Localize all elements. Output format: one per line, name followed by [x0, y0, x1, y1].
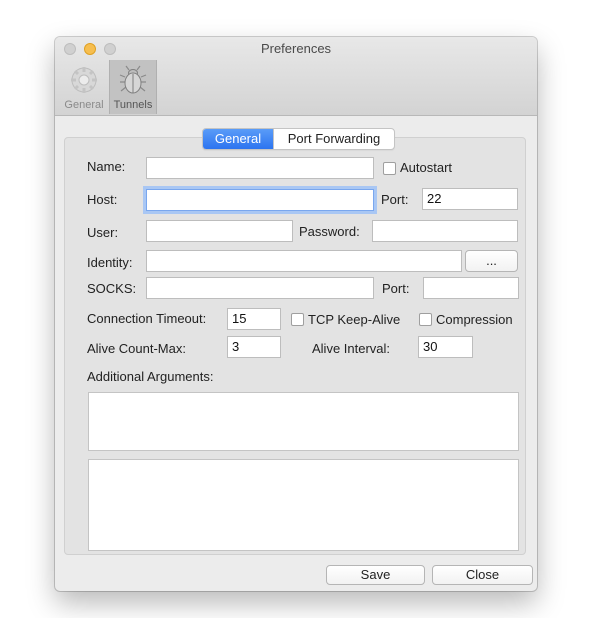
- host-field[interactable]: [146, 189, 374, 211]
- additional-arguments-label: Additional Arguments:: [87, 369, 214, 384]
- tab-bar: General Port Forwarding: [202, 128, 395, 150]
- toolbar-tunnels-label: Tunnels: [113, 99, 153, 111]
- compression-label: Compression: [436, 312, 513, 327]
- command-preview-textarea[interactable]: [88, 459, 519, 551]
- socks-label: SOCKS:: [87, 281, 137, 296]
- tab-general[interactable]: General: [203, 129, 273, 149]
- toolbar-general[interactable]: General: [60, 60, 108, 114]
- name-field[interactable]: [146, 157, 374, 179]
- password-field[interactable]: [372, 220, 518, 242]
- identity-field[interactable]: [146, 250, 462, 272]
- gear-icon: [71, 67, 97, 93]
- window-title: Preferences: [260, 41, 332, 56]
- socks-field[interactable]: [146, 277, 374, 299]
- close-button[interactable]: Close: [432, 565, 533, 585]
- toolbar-tunnels[interactable]: Tunnels: [109, 60, 157, 114]
- port-label: Port:: [381, 192, 409, 207]
- connection-timeout-field[interactable]: 15: [227, 308, 281, 330]
- port-field[interactable]: 22: [422, 188, 518, 210]
- user-field[interactable]: [146, 220, 293, 242]
- preferences-window: Preferences General Tunnels General Port…: [55, 37, 537, 591]
- autostart-label: Autostart: [400, 160, 453, 175]
- bug-icon: [119, 65, 147, 94]
- identity-browse-button[interactable]: ...: [465, 250, 518, 272]
- alive-count-field[interactable]: 3: [227, 336, 281, 358]
- alive-interval-field[interactable]: 30: [418, 336, 473, 358]
- additional-arguments-textarea[interactable]: [88, 392, 519, 451]
- tcp-keepalive-checkbox[interactable]: [291, 313, 304, 326]
- socks-port-field[interactable]: [423, 277, 519, 299]
- alive-interval-label: Alive Interval:: [312, 341, 391, 356]
- tab-port-forwarding[interactable]: Port Forwarding: [273, 129, 394, 149]
- save-button[interactable]: Save: [326, 565, 425, 585]
- connection-timeout-label: Connection Timeout:: [87, 311, 207, 326]
- password-label: Password:: [299, 224, 360, 239]
- autostart-checkbox[interactable]: [383, 162, 396, 175]
- title-bar: Preferences General Tunnels: [55, 37, 537, 116]
- alive-count-label: Alive Count-Max:: [87, 341, 186, 356]
- name-label: Name:: [87, 159, 126, 174]
- identity-label: Identity:: [87, 255, 133, 270]
- host-label: Host:: [87, 192, 118, 207]
- toolbar-general-label: General: [64, 99, 104, 111]
- tcp-keepalive-label: TCP Keep-Alive: [308, 312, 401, 327]
- user-label: User:: [87, 225, 119, 240]
- compression-checkbox[interactable]: [419, 313, 432, 326]
- socks-port-label: Port:: [382, 281, 410, 296]
